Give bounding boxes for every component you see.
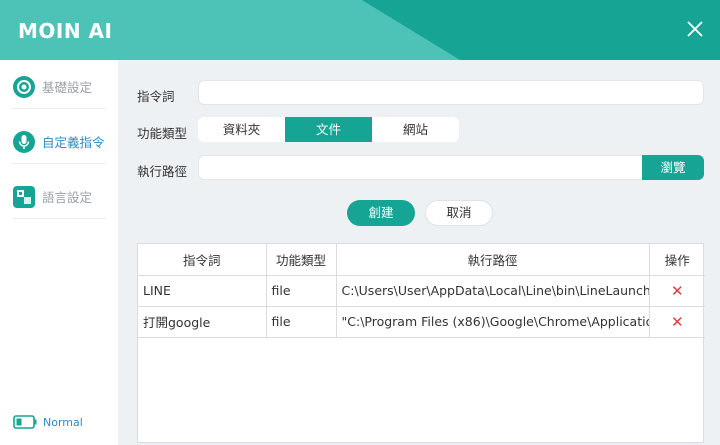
cell-command: LINE xyxy=(138,275,267,307)
browse-button[interactable]: 瀏覽 xyxy=(642,155,704,180)
type-selector: 資料夾 文件 網站 xyxy=(198,117,459,142)
cell-type: file xyxy=(266,306,337,338)
cell-action: ✕ xyxy=(649,275,705,307)
command-label: 指令詞 xyxy=(137,89,175,104)
sidebar-item-custom-commands[interactable]: 自定義指令 xyxy=(12,120,106,164)
type-option-folder[interactable]: 資料夾 xyxy=(198,117,285,142)
cell-path: C:\Users\User\AppData\Local\Line\bin\Lin… xyxy=(336,275,650,307)
delete-icon[interactable]: ✕ xyxy=(671,282,684,300)
path-input[interactable] xyxy=(199,156,643,179)
column-header-command: 指令詞 xyxy=(138,244,267,276)
table-row[interactable]: LINE file C:\Users\User\AppData\Local\Li… xyxy=(138,275,705,307)
cell-action: ✕ xyxy=(649,306,705,338)
delete-icon[interactable]: ✕ xyxy=(671,313,684,331)
path-field-wrapper xyxy=(198,155,644,180)
sidebar: 基礎設定 自定義指令 語言設定 Normal xyxy=(0,60,118,445)
title-bar: MOIN AI xyxy=(0,0,720,60)
create-button[interactable]: 創建 xyxy=(347,200,415,226)
command-input[interactable] xyxy=(199,81,703,104)
settings-icon xyxy=(13,75,35,98)
cancel-button[interactable]: 取消 xyxy=(425,200,493,226)
sidebar-item-language-settings[interactable]: 語言設定 xyxy=(12,175,106,219)
sidebar-item-label: 自定義指令 xyxy=(42,135,105,150)
app-title: MOIN AI xyxy=(18,19,113,43)
status-label: Normal xyxy=(43,415,83,429)
status-indicator: Normal xyxy=(13,415,83,429)
cell-path: "C:\Program Files (x86)\Google\Chrome\Ap… xyxy=(336,306,650,338)
cell-type: file xyxy=(266,275,337,307)
close-icon[interactable] xyxy=(684,18,706,40)
table-header-row: 指令詞 功能類型 執行路徑 操作 xyxy=(138,244,705,276)
battery-icon xyxy=(13,415,37,429)
type-label: 功能類型 xyxy=(137,126,188,141)
type-option-website[interactable]: 網站 xyxy=(372,117,459,142)
sidebar-item-label: 語言設定 xyxy=(42,190,93,205)
sidebar-item-basic-settings[interactable]: 基礎設定 xyxy=(12,65,106,109)
sidebar-item-label: 基礎設定 xyxy=(42,80,93,95)
main-panel: 指令詞 功能類型 資料夾 文件 網站 執行路徑 瀏覽 創建 取消 指令詞 功能類… xyxy=(118,60,720,445)
column-header-type: 功能類型 xyxy=(266,244,337,276)
column-header-action: 操作 xyxy=(649,244,705,276)
table-row[interactable]: 打開google file "C:\Program Files (x86)\Go… xyxy=(138,306,705,338)
type-option-file[interactable]: 文件 xyxy=(285,117,372,142)
path-label: 執行路徑 xyxy=(137,164,188,179)
column-header-path: 執行路徑 xyxy=(336,244,650,276)
microphone-icon xyxy=(13,130,35,153)
command-field-wrapper xyxy=(198,80,704,105)
language-icon xyxy=(13,185,35,208)
cell-command: 打開google xyxy=(138,306,267,338)
commands-table: 指令詞 功能類型 執行路徑 操作 LINE file C:\Users\User… xyxy=(137,243,705,443)
